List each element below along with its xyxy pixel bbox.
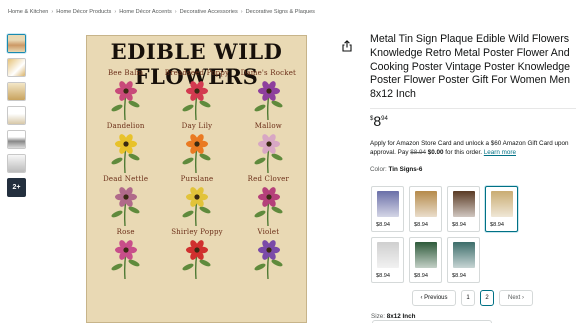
previous-label: Previous bbox=[424, 295, 448, 301]
breadcrumb-item[interactable]: Home Décor Products bbox=[56, 9, 111, 15]
flower-illustration bbox=[254, 240, 283, 280]
next-label: Next bbox=[507, 295, 521, 301]
flower-illustration bbox=[254, 187, 283, 227]
poster-flower-cell: Dandelion bbox=[90, 121, 161, 174]
color-label-text: Color: bbox=[370, 165, 389, 173]
breadcrumb-item[interactable]: Home & Kitchen bbox=[8, 9, 48, 15]
thumbnail-3[interactable] bbox=[7, 82, 26, 101]
color-label: Color: Tin Signs-6 bbox=[370, 166, 576, 173]
price-fraction: 94 bbox=[381, 115, 388, 122]
swatch-image bbox=[415, 242, 437, 268]
price-whole: 8 bbox=[373, 112, 382, 129]
breadcrumb-item[interactable]: Decorative Accessories bbox=[180, 9, 238, 15]
breadcrumb-separator: › bbox=[240, 9, 243, 15]
offer-old-price: $8.94 bbox=[410, 148, 427, 156]
swatch-image bbox=[377, 242, 399, 268]
color-swatch[interactable]: $8.94 bbox=[409, 237, 442, 283]
color-swatch[interactable]: $8.94 bbox=[371, 186, 404, 232]
color-swatches: $8.94 $8.94 $8.94 $8.94 $8.94 $8.94 $8.9… bbox=[371, 186, 551, 288]
swatch-price: $8.94 bbox=[452, 222, 466, 228]
breadcrumb-separator: › bbox=[114, 9, 117, 15]
chevron-right-icon: › bbox=[520, 295, 524, 301]
previous-button[interactable]: ‹ Previous bbox=[412, 290, 456, 306]
poster-flower-cell: Breadseed Poppy bbox=[161, 68, 232, 121]
poster-flower-cell: Dame's Rocket bbox=[233, 68, 304, 121]
size-label: Size: 8x12 Inch bbox=[371, 313, 415, 320]
selected-size: 8x12 Inch bbox=[386, 313, 416, 320]
breadcrumb-separator: › bbox=[51, 9, 54, 15]
poster-flower-cell: Purslane bbox=[161, 174, 232, 227]
flower-illustration bbox=[182, 187, 211, 227]
breadcrumb-item[interactable]: Decorative Signs & Plaques bbox=[246, 9, 315, 15]
product-info: Metal Tin Sign Plaque Edible Wild Flower… bbox=[370, 33, 576, 173]
flower-illustration bbox=[111, 81, 140, 121]
swatch-price: $8.94 bbox=[414, 222, 428, 228]
swatch-price: $8.94 bbox=[452, 273, 466, 279]
flower-illustration bbox=[182, 81, 211, 121]
swatch-image bbox=[453, 191, 475, 217]
flower-illustration bbox=[182, 134, 211, 174]
swatch-price: $8.94 bbox=[414, 273, 428, 279]
breadcrumb-separator: › bbox=[174, 9, 177, 15]
price: $ 8 94 bbox=[370, 114, 576, 128]
thumbnail-strip: 2+ bbox=[7, 34, 29, 202]
poster-flower-cell: Mallow bbox=[233, 121, 304, 174]
divider bbox=[370, 107, 576, 109]
product-title: Metal Tin Sign Plaque Edible Wild Flower… bbox=[370, 33, 571, 101]
poster-flower-cell: Red Clover bbox=[233, 174, 304, 227]
offer-text-2: for this order. bbox=[443, 148, 484, 156]
page-1-button[interactable]: 1 bbox=[461, 290, 475, 306]
share-icon[interactable] bbox=[341, 40, 353, 52]
thumbnail-6[interactable] bbox=[7, 154, 26, 173]
swatch-image bbox=[415, 191, 437, 217]
poster-flower-grid: Bee Balm Breadseed Poppy Dame's Rocket Dand… bbox=[90, 68, 304, 280]
color-swatch[interactable]: $8.94 bbox=[447, 186, 480, 232]
color-swatch-selected[interactable]: $8.94 bbox=[485, 186, 518, 232]
color-swatch[interactable]: $8.94 bbox=[447, 237, 480, 283]
flower-illustration bbox=[254, 134, 283, 174]
more-images-button[interactable]: 2+ bbox=[7, 178, 26, 197]
swatch-price: $8.94 bbox=[376, 222, 390, 228]
swatch-pagination: ‹ Previous 1 2 Next › bbox=[412, 290, 533, 306]
thumbnail-2[interactable] bbox=[7, 58, 26, 77]
swatch-price: $8.94 bbox=[376, 273, 390, 279]
flower-illustration bbox=[254, 81, 283, 121]
flower-illustration bbox=[111, 187, 140, 227]
flower-illustration bbox=[111, 240, 140, 280]
page-2-button[interactable]: 2 bbox=[480, 290, 494, 306]
poster-flower-cell: Violet bbox=[233, 227, 304, 280]
color-swatch[interactable]: $8.94 bbox=[371, 237, 404, 283]
poster-flower-cell: Day Lily bbox=[161, 121, 232, 174]
thumbnail-4[interactable] bbox=[7, 106, 26, 125]
size-label-text: Size: bbox=[371, 313, 387, 320]
offer-new-price: $0.00 bbox=[427, 148, 444, 156]
color-swatch[interactable]: $8.94 bbox=[409, 186, 442, 232]
learn-more-link[interactable]: Learn more bbox=[484, 149, 516, 156]
thumbnail-1[interactable] bbox=[7, 34, 26, 53]
poster-flower-cell: Dead Nettle bbox=[90, 174, 161, 227]
store-card-offer: Apply for Amazon Store Card and unlock a… bbox=[370, 139, 576, 157]
flower-illustration bbox=[182, 240, 211, 280]
swatch-image bbox=[453, 242, 475, 268]
breadcrumb: Home & Kitchen › Home Décor Products › Home … bbox=[8, 9, 315, 15]
next-button[interactable]: Next › bbox=[499, 290, 533, 306]
swatch-price: $8.94 bbox=[490, 222, 504, 228]
main-product-image[interactable]: EDIBLE WILD FLOWERS Bee Balm Breadseed Po… bbox=[86, 35, 307, 323]
swatch-image bbox=[491, 191, 513, 217]
swatch-image bbox=[377, 191, 399, 217]
poster-flower-cell: Shirley Poppy bbox=[161, 227, 232, 280]
breadcrumb-item[interactable]: Home Décor Accents bbox=[119, 9, 172, 15]
flower-illustration bbox=[111, 134, 140, 174]
poster-flower-cell: Bee Balm bbox=[90, 68, 161, 121]
thumbnail-5[interactable] bbox=[7, 130, 26, 149]
poster-flower-cell: Rose bbox=[90, 227, 161, 280]
selected-color: Tin Signs-6 bbox=[388, 165, 423, 173]
